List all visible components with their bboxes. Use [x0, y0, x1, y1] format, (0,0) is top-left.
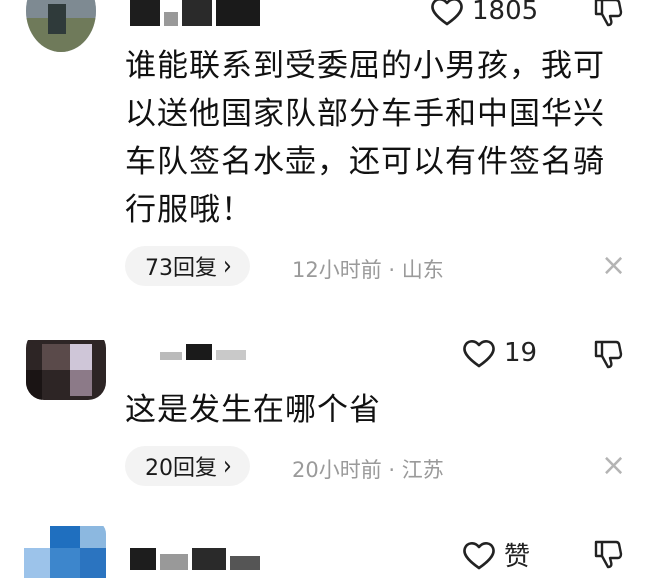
like-button[interactable]: 赞: [462, 536, 530, 573]
close-icon[interactable]: ×: [601, 451, 626, 481]
replies-label: 20回复: [145, 456, 217, 481]
like-count: 19: [504, 338, 538, 368]
comment-list: 1805 谁能联系到受委屈的小男孩，我可 以送他国家队部分车手和中国华兴 车队签…: [0, 0, 660, 581]
comment-time: 12小时前: [292, 258, 382, 282]
heart-icon: [463, 541, 495, 569]
comment-meta: 20小时前 · 江苏: [292, 454, 444, 484]
user-avatar[interactable]: [26, 0, 96, 52]
replies-label: 73回复: [145, 256, 217, 281]
comment-line: 行服哦！: [125, 192, 253, 228]
meta-separator: ·: [388, 258, 396, 282]
comment-line: 车队签名水壶，还可以有件签名骑: [125, 144, 605, 180]
thumbs-down-icon[interactable]: [592, 538, 624, 570]
heart-icon: [431, 0, 463, 26]
comment-text: 这是发生在哪个省: [125, 386, 381, 434]
username-masked[interactable]: [160, 344, 246, 360]
username-masked[interactable]: [130, 0, 260, 26]
replies-button[interactable]: 20回复 ›: [125, 446, 250, 486]
user-avatar[interactable]: [26, 330, 106, 400]
like-label: 赞: [504, 542, 531, 572]
heart-icon: [463, 340, 495, 368]
chevron-right-icon: ›: [223, 451, 232, 481]
comment-time: 20小时前: [292, 458, 382, 482]
like-count: 1805: [472, 0, 539, 26]
thumbs-down-icon[interactable]: [592, 338, 624, 370]
username-masked[interactable]: [130, 548, 260, 570]
comment-meta: 12小时前 · 山东: [292, 254, 444, 284]
close-icon[interactable]: ×: [601, 251, 626, 281]
comment-line: 以送他国家队部分车手和中国华兴: [125, 96, 605, 132]
comment-location: 山东: [401, 258, 444, 282]
comment-line: 谁能联系到受委屈的小男孩，我可: [125, 48, 605, 84]
chevron-right-icon: ›: [223, 251, 232, 281]
thumbs-down-icon[interactable]: [592, 0, 624, 28]
comment-location: 江苏: [401, 458, 444, 482]
comment-text: 谁能联系到受委屈的小男孩，我可 以送他国家队部分车手和中国华兴 车队签名水壶，还…: [125, 42, 605, 234]
meta-separator: ·: [388, 458, 396, 482]
like-button[interactable]: 19: [462, 338, 537, 368]
comment-line: 这是发生在哪个省: [125, 392, 381, 428]
replies-button[interactable]: 73回复 ›: [125, 246, 250, 286]
user-avatar[interactable]: [24, 520, 106, 581]
like-button[interactable]: 1805: [430, 0, 538, 26]
